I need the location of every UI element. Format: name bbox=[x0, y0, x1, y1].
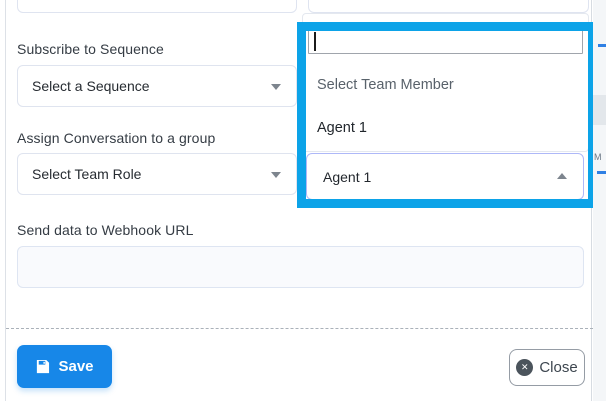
group-label: Assign Conversation to a group bbox=[17, 130, 215, 146]
webhook-url-input[interactable] bbox=[17, 246, 584, 288]
save-button-label: Save bbox=[58, 358, 93, 375]
background-fragment bbox=[593, 95, 606, 125]
chevron-down-icon bbox=[271, 84, 281, 90]
team-member-select-value: Agent 1 bbox=[323, 169, 371, 185]
save-icon bbox=[35, 359, 50, 374]
background-fragment bbox=[598, 44, 606, 47]
close-button[interactable]: ✕ Close bbox=[509, 349, 585, 386]
top-right-field[interactable] bbox=[308, 0, 589, 13]
team-member-search-input[interactable] bbox=[308, 29, 583, 54]
close-button-label: Close bbox=[539, 359, 577, 376]
sequence-select-value: Select a Sequence bbox=[32, 78, 150, 94]
background-page-strip: M bbox=[593, 0, 606, 401]
background-fragment-text: M bbox=[594, 152, 602, 162]
team-member-option-placeholder[interactable]: Select Team Member bbox=[308, 70, 583, 100]
background-fragment bbox=[597, 171, 606, 174]
chevron-up-icon bbox=[557, 173, 567, 179]
group-select-value: Select Team Role bbox=[32, 166, 141, 182]
footer-divider bbox=[6, 328, 593, 329]
top-left-field[interactable] bbox=[17, 0, 297, 13]
screen: Subscribe to Sequence Select a Sequence … bbox=[0, 0, 606, 401]
chevron-down-icon bbox=[271, 172, 281, 178]
team-member-option-agent1[interactable]: Agent 1 bbox=[308, 113, 583, 143]
close-icon: ✕ bbox=[516, 359, 533, 376]
sequence-select[interactable]: Select a Sequence bbox=[17, 65, 297, 107]
text-cursor bbox=[314, 32, 316, 51]
group-select[interactable]: Select Team Role bbox=[17, 153, 297, 195]
webhook-label: Send data to Webhook URL bbox=[17, 222, 193, 238]
save-button[interactable]: Save bbox=[17, 345, 112, 388]
team-member-select[interactable]: Agent 1 bbox=[306, 153, 584, 200]
sequence-label: Subscribe to Sequence bbox=[17, 41, 164, 57]
modal-body: Subscribe to Sequence Select a Sequence … bbox=[5, 0, 592, 401]
